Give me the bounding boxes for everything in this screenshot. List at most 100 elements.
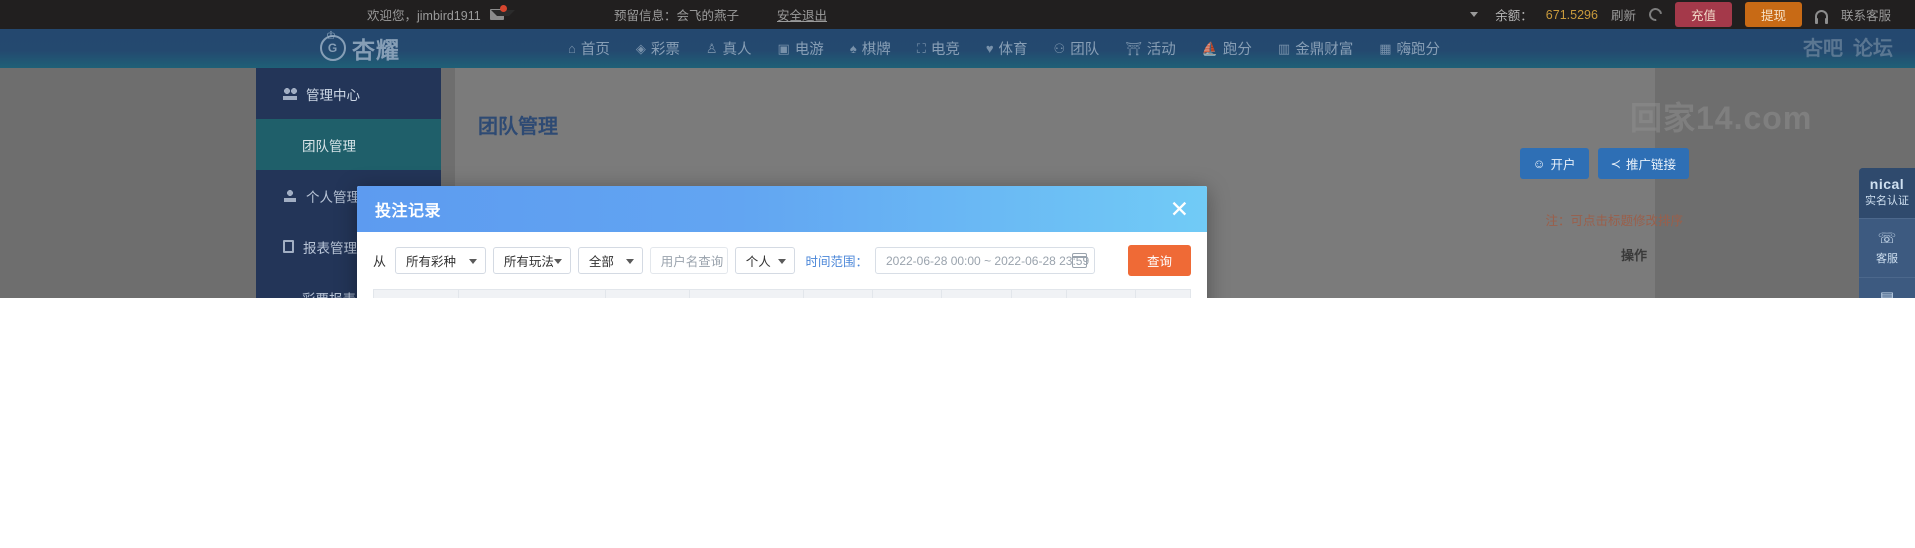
nav-item-esports[interactable]: ⛶ 电竞 [917,38,960,59]
hipaofen-icon: ▦ [1379,40,1392,56]
monitor-icon: ▤ [1879,288,1895,298]
withdraw-button[interactable]: 提现 [1744,2,1802,27]
open-account-button[interactable]: ☺ 开户 [1519,148,1589,179]
play-type-select[interactable]: 所有玩法 [492,247,571,274]
page-action-buttons: ☺ 开户 ≺ 推广链接 [1519,148,1689,179]
float-panel-title: nical [1869,176,1905,192]
nav-item-slots[interactable]: ▣ 电游 [778,38,824,59]
table-header-row: 用户名 投注时间 彩种 期号 玩法 投注内容 投注金额 奖金 开奖号码 状态 [372,289,1191,298]
doc-icon [283,240,294,253]
calendar-icon[interactable] [1071,253,1087,268]
right-brand-logos[interactable]: 杏吧 论坛 [1803,32,1893,61]
col-play[interactable]: 玩法 [802,289,873,298]
share-icon: ≺ [1610,157,1621,171]
time-range-label: 时间范围： [805,255,868,269]
username-search-input[interactable]: 用户名查询 [649,247,728,274]
col-status[interactable]: 状态 [1135,289,1191,298]
query-button[interactable]: 查询 [1127,245,1191,276]
app-viewport: 欢迎您，jimbird1911 预留信息：会飞的燕子 安全退出 余额： 671.… [0,0,1915,298]
site-logo[interactable]: ♔ G 杏耀 [320,30,400,65]
live-dealer-icon: ♙ [705,40,718,56]
sidebar-item-label: 管理中心 [306,87,360,103]
col-prize[interactable]: 奖金 [1010,289,1068,298]
bet-records-table: 用户名 投注时间 彩种 期号 玩法 投注内容 投注金额 奖金 开奖号码 状态 [372,289,1191,298]
sidebar-item-team-management[interactable]: 团队管理 [256,119,441,170]
main-navigation-bar: ♔ G 杏耀 ⌂ 首页 ◈ 彩票 ♙ 真人 ▣ 电游 ♠ 棋牌 ⛶ 电竞 ♥ 体育 ⚇ 团队 ⛩ 活… [0,29,1915,68]
nav-item-paofen[interactable]: ⛵ 跑分 [1202,38,1252,59]
logout-link[interactable]: 安全退出 [777,5,827,24]
mail-badge-dot [499,5,507,12]
col-bet-time[interactable]: 投注时间 [458,289,607,298]
right-brand-2: 论坛 [1853,38,1893,60]
col-username[interactable]: 用户名 [372,289,460,298]
col-lottery[interactable]: 彩种 [605,289,691,298]
recharge-button[interactable]: 充值 [1674,2,1732,27]
contact-support-link[interactable]: 联系客服 [1841,5,1891,24]
float-panel-autoplay[interactable]: ▤ 挂机 [1859,276,1915,298]
page-title: 团队管理 [478,116,558,138]
nav-item-live-dealer[interactable]: ♙ 真人 [706,38,752,59]
sidebar-item-label: 彩票报表 [302,288,356,299]
top-bar-left: 欢迎您，jimbird1911 [367,5,515,24]
chevron-down-icon[interactable] [1470,12,1479,17]
scope-select[interactable]: 全部 [577,247,643,274]
right-brand-1: 杏吧 [1803,38,1843,60]
nav-label: 嗨跑分 [1396,42,1441,58]
lottery-type-select[interactable]: 所有彩种 [395,247,486,274]
nav-label: 电游 [794,42,824,58]
col-content[interactable]: 投注内容 [871,289,943,298]
nav-item-promotions[interactable]: ⛩ 活动 [1125,38,1176,59]
nav-item-cards[interactable]: ♠ 棋牌 [850,38,891,59]
users-icon [283,87,297,100]
nav-item-hipaofen[interactable]: ▦ 嗨跑分 [1379,38,1440,59]
float-panel-support[interactable]: ☏ 客服 [1859,217,1915,277]
filter-row: 从 所有彩种 所有玩法 全部 用户名查询 个人 时间范围： 2022-06-28… [373,245,1191,276]
col-amount[interactable]: 投注金额 [941,289,1012,298]
mail-icon[interactable] [489,5,515,20]
select-value: 所有玩法 [503,255,554,269]
refresh-label[interactable]: 刷新 [1611,5,1636,24]
user-icon [283,189,297,202]
home-icon: ⌂ [568,41,576,56]
table-head: 用户名 投注时间 彩种 期号 玩法 投注内容 投注金额 奖金 开奖号码 状态 [372,289,1191,298]
esports-icon: ⛶ [916,40,926,56]
balance-value: 671.5296 [1545,7,1598,22]
nav-items: ⌂ 首页 ◈ 彩票 ♙ 真人 ▣ 电游 ♠ 棋牌 ⛶ 电竞 ♥ 体育 ⚇ 团队 ⛩ 活动 ⛵ 跑分 … [568,29,1440,68]
sidebar-item-label: 报表管理 [303,240,357,256]
promo-link-button[interactable]: ≺ 推广链接 [1597,148,1689,179]
person-type-select[interactable]: 个人 [734,247,796,274]
nav-item-team[interactable]: ⚇ 团队 [1054,38,1100,59]
bet-records-modal: 投注记录 ✕ 从 所有彩种 所有玩法 全部 用户名查询 个人 时间范围： 202… [357,186,1207,298]
nav-item-home[interactable]: ⌂ 首页 [568,38,610,59]
float-panel-subtitle: 实名认证 [1865,194,1909,207]
modal-body: 从 所有彩种 所有玩法 全部 用户名查询 个人 时间范围： 2022-06-28… [357,232,1207,298]
from-label: 从 [373,254,387,269]
top-bar-right: 余额： 671.5296 刷新 充值 提现 联系客服 [1470,2,1891,27]
nav-item-lottery[interactable]: ◈ 彩票 [636,38,680,59]
balance-label: 余额： [1495,9,1533,23]
input-placeholder: 用户名查询 [660,255,724,269]
nav-label: 真人 [722,42,752,58]
refresh-icon[interactable] [1646,5,1665,24]
cards-icon: ♠ [849,41,857,56]
nav-label: 彩票 [650,42,680,58]
select-value: 全部 [588,255,614,269]
nav-label: 金鼎财富 [1295,42,1354,58]
col-period[interactable]: 期号 [689,289,804,298]
col-draw-number[interactable]: 开奖号码 [1066,289,1137,298]
nav-item-wealth[interactable]: ▥ 金鼎财富 [1278,38,1353,59]
sidebar-item-management-center[interactable]: 管理中心 [256,68,441,119]
nav-label: 棋牌 [861,42,891,58]
add-user-icon: ☺ [1532,156,1546,171]
content-area: 回家14.com 管理中心 团队管理 个人管理 报表管理 团队管理 ☺ 开户 ≺… [0,68,1915,298]
date-range-input[interactable]: 2022-06-28 00:00 ~ 2022-06-28 23:59 [874,247,1095,274]
nav-label: 跑分 [1222,42,1252,58]
select-value: 个人 [745,255,771,269]
operation-column-header: 操作 [1620,248,1647,263]
wealth-icon: ▥ [1277,40,1291,56]
button-label: 开户 [1550,158,1576,172]
close-icon[interactable]: ✕ [1170,197,1189,221]
nav-item-sports[interactable]: ♥ 体育 [986,38,1028,59]
sort-hint-note: 注：可点击标题修改排序 [1545,214,1683,228]
right-float-panel: nical 实名认证 ☏ 客服 ▤ 挂机 [1859,168,1915,298]
